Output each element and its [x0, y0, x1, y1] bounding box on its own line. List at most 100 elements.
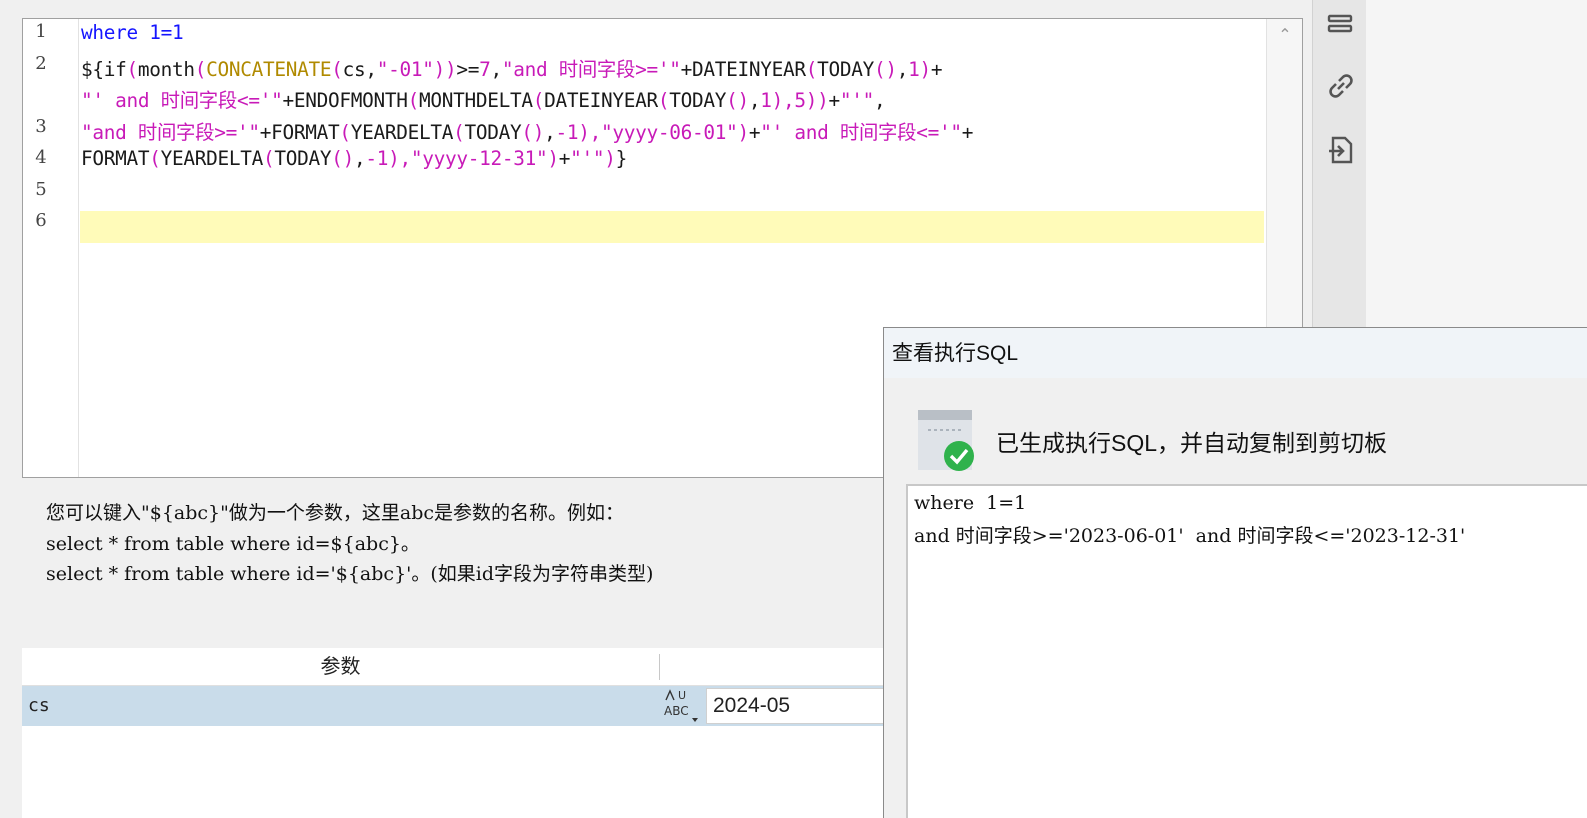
code-token: DATEINYEAR [544, 89, 658, 112]
line-number: 5 [35, 178, 47, 200]
code-token: TODAY [464, 120, 522, 144]
list-icon[interactable] [1325, 10, 1357, 42]
code-line: "' and 时间字段<='"+ENDOFMONTH(MONTHDELTA(DA… [81, 84, 886, 113]
code-token: , [490, 57, 503, 81]
code-token: + [961, 120, 974, 144]
code-token: ( [263, 147, 275, 170]
help-text-line: 您可以键入"${abc}"做为一个参数，这里abc是参数的名称。例如： [46, 502, 625, 524]
code-token: ( [805, 57, 818, 81]
param-column-header: 参数 [320, 656, 361, 678]
code-token: ) [547, 147, 559, 170]
code-token: -1 [555, 120, 579, 144]
sql-output-line: where 1=1 [914, 492, 1027, 514]
code-token: ), [771, 89, 795, 112]
code-token: "and 时间字段>='" [501, 57, 681, 81]
code-token: ) [919, 57, 931, 81]
code-token: + [930, 57, 943, 81]
code-token: ( [194, 57, 207, 81]
code-token: TODAY [669, 89, 727, 112]
code-token: ) [604, 147, 616, 170]
code-token: "yyyy-06-01" [600, 120, 738, 144]
code-token: , [748, 89, 761, 112]
code-token: + [558, 147, 571, 170]
line-number: 3 [35, 115, 47, 137]
code-token: ), [578, 120, 601, 144]
code-token: TODAY [274, 147, 332, 170]
dialog-message: 已生成执行SQL，并自动复制到剪切板 [996, 430, 1388, 456]
code-token: "and 时间字段>='" [81, 120, 260, 144]
dialog-title[interactable]: 查看执行SQL [884, 328, 1587, 378]
code-token: () [521, 120, 545, 144]
code-token: () [726, 89, 749, 112]
code-token: + [748, 120, 761, 144]
code-token: MONTHDELTA [418, 89, 533, 112]
database-success-icon [918, 410, 974, 471]
code-token: "' and 时间字段<='" [760, 120, 962, 144]
dialog-body: 已生成执行SQL，并自动复制到剪切板 where 1=1 and 时间字段>='… [884, 378, 1587, 818]
code-token: , [896, 57, 909, 81]
code-token: ( [453, 120, 465, 144]
param-name: cs [28, 695, 50, 716]
code-token: 7 [479, 57, 491, 81]
code-token: +FORMAT [259, 120, 340, 144]
code-token: where [81, 21, 138, 44]
svg-text:U: U [678, 689, 686, 702]
scroll-up-icon[interactable]: ⌃ [1276, 28, 1294, 44]
table-row[interactable]: cs U ABC 2024-05 [22, 686, 896, 726]
code-token: >= [456, 57, 480, 81]
parameter-table: 参数 cs U ABC 2024-05 [22, 648, 896, 818]
code-token: ( [149, 147, 161, 170]
code-token: "'" [839, 89, 874, 112]
help-example-line: select * from table where id='${abc}'。(如… [46, 563, 654, 585]
line-number-gutter: 1 2 3 4 5 6 [23, 19, 79, 477]
code-token: "yyyy-12-31" [410, 147, 548, 170]
code-token: ( [657, 89, 670, 112]
code-token: () [331, 147, 354, 170]
code-token: ( [532, 89, 545, 112]
sql-output-box[interactable]: where 1=1 and 时间字段>='2023-06-01' and 时间字… [906, 484, 1587, 818]
param-value-input[interactable]: 2024-05 [706, 688, 896, 724]
code-line: FORMAT(YEARDELTA(TODAY(),-1),"yyyy-12-31… [81, 147, 627, 170]
code-token: YEARDELTA [160, 147, 264, 170]
parameter-table-header: 参数 [22, 648, 892, 686]
column-divider[interactable] [659, 654, 660, 680]
code-token: YEARDELTA [350, 120, 454, 144]
code-token: -1 [365, 147, 389, 170]
code-token: , [873, 89, 886, 112]
line-number: 6 [35, 210, 47, 231]
param-type-icon[interactable]: U ABC [662, 688, 702, 724]
sql-output-line: and 时间字段>='2023-06-01' and 时间字段<='2023-1… [914, 525, 1466, 547]
code-token: ( [339, 120, 351, 144]
code-token: () [873, 57, 897, 81]
code-token: ) [737, 120, 749, 144]
code-token: + [828, 89, 840, 112]
code-token: )) [805, 89, 829, 112]
line-number: 4 [35, 147, 47, 168]
side-panel [1366, 0, 1587, 330]
view-sql-dialog: 查看执行SQL 已生成执行SQL，并自动复制到剪切板 where 1=1 and… [883, 327, 1587, 818]
code-token: , [354, 147, 366, 170]
current-line-highlight [80, 211, 1264, 243]
code-token: ), [388, 147, 411, 170]
import-icon[interactable] [1325, 134, 1357, 166]
code-token: } [615, 147, 628, 170]
code-token: ( [126, 57, 139, 81]
code-token: +DATEINYEAR [680, 57, 806, 81]
code-token: )) [433, 57, 457, 81]
code-token: 1=1 [149, 21, 184, 44]
code-token: ( [331, 57, 343, 81]
code-token: "' and 时间字段<='" [81, 89, 283, 112]
code-token: month [137, 57, 195, 81]
code-token: "-01" [376, 57, 434, 81]
code-token: FORMAT [81, 147, 150, 170]
line-number: 1 [35, 21, 47, 42]
code-line: ${if(month(CONCATENATE(cs,"-01"))>=7,"an… [81, 53, 943, 82]
link-icon[interactable] [1325, 70, 1357, 102]
code-line: where 1=1 [81, 21, 184, 44]
code-line: "and 时间字段>='"+FORMAT(YEARDELTA(TODAY(),-… [81, 116, 973, 145]
param-type-label: ABC [664, 704, 689, 718]
code-token: ( [407, 89, 420, 112]
code-token: +ENDOFMONTH [282, 89, 408, 112]
code-token: 1 [908, 57, 920, 81]
code-token: 1 [760, 89, 772, 112]
